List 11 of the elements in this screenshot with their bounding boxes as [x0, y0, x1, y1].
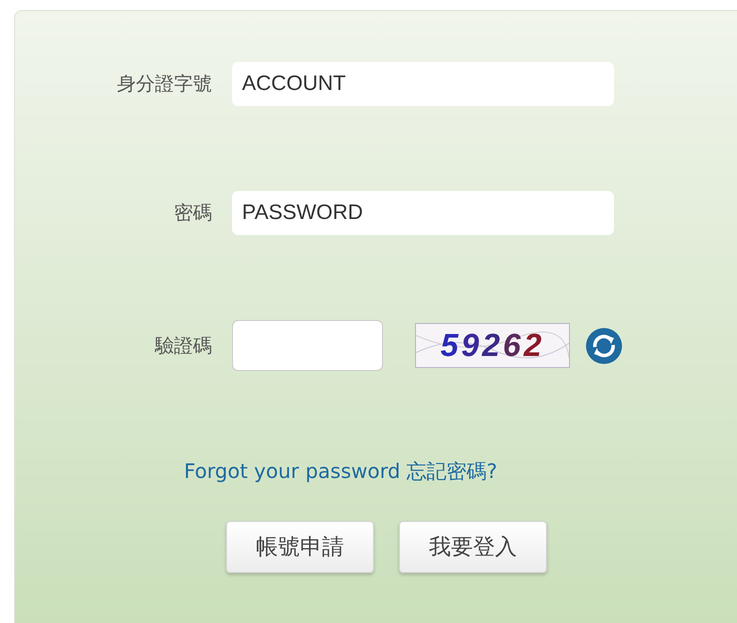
password-field[interactable]: PASSWORD: [232, 191, 614, 235]
forgot-password-link[interactable]: Forgot your password 忘記密碼?: [184, 459, 498, 483]
refresh-icon[interactable]: [585, 326, 623, 364]
captcha-input[interactable]: [232, 320, 383, 371]
field-label: 驗證碼: [154, 334, 212, 358]
captcha-image: 59262: [415, 323, 570, 368]
account-field[interactable]: ACCOUNT: [232, 62, 614, 106]
form-button[interactable]: 我要登入: [399, 521, 547, 573]
form-button[interactable]: 帳號申請: [226, 521, 374, 573]
field-label: 身分證字號: [116, 72, 212, 97]
field-label: 密碼: [173, 201, 212, 226]
